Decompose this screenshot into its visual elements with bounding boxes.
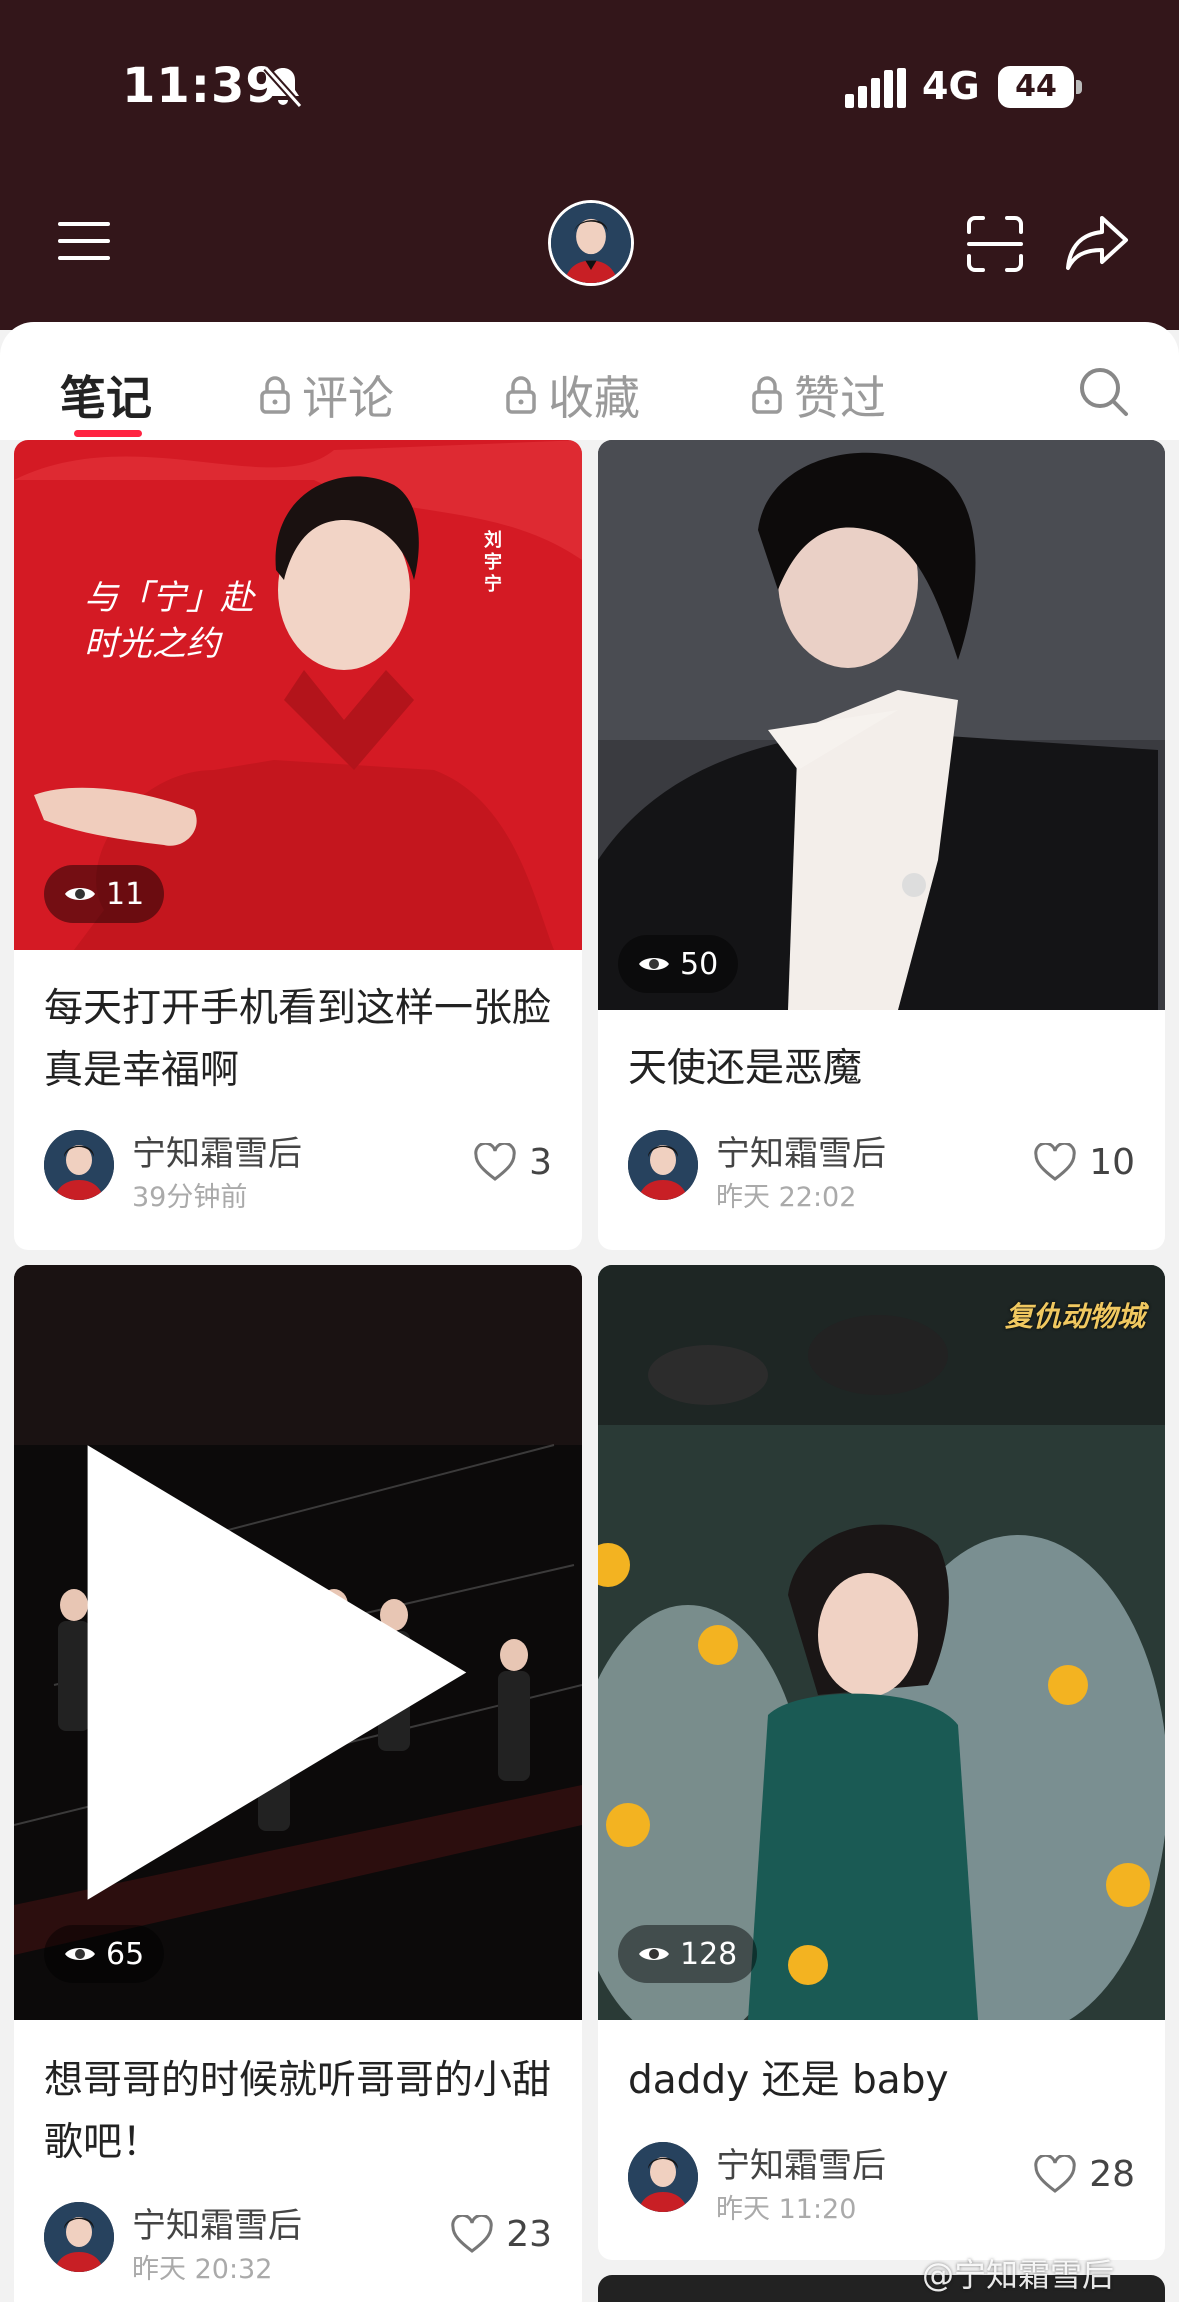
cover-show-logo: 复仇动物城	[1004, 1300, 1145, 1333]
note-cover-image	[598, 440, 1165, 1010]
view-count-badge: 50	[618, 935, 739, 993]
battery-indicator: 44	[998, 66, 1074, 108]
profile-tabbar: 笔记 评论 收藏 赞过	[0, 322, 1179, 440]
note-card[interactable]: 复仇动物城 128 daddy 还是 baby 宁知霜雪后 昨天 11:20 2…	[598, 1265, 1165, 2260]
scan-icon[interactable]	[965, 214, 1025, 274]
lock-icon	[752, 376, 782, 414]
author-name[interactable]: 宁知霜雪后	[716, 1126, 886, 1175]
author-name[interactable]: 宁知霜雪后	[132, 1126, 302, 1175]
author-avatar[interactable]	[628, 2142, 698, 2212]
menu-icon[interactable]	[56, 218, 112, 264]
tab-label: 收藏	[548, 371, 640, 425]
tab-liked[interactable]: 赞过	[750, 362, 886, 428]
note-title: 每天打开手机看到这样一张脸真是幸福啊	[44, 986, 552, 1093]
eye-icon	[639, 958, 669, 970]
like-button[interactable]: 3	[473, 1142, 552, 1183]
tab-label: 赞过	[794, 371, 886, 425]
note-cover-image	[14, 1265, 582, 2020]
bell-muted-icon	[263, 65, 303, 109]
like-count: 10	[1089, 1142, 1135, 1183]
note-card[interactable]: 50 天使还是恶魔 宁知霜雪后 昨天 22:02 10	[598, 440, 1165, 1250]
heart-icon	[1034, 1142, 1076, 1181]
like-button[interactable]: 28	[1033, 2154, 1135, 2195]
view-count: 128	[680, 1936, 738, 1972]
note-card[interactable]: 65 想哥哥的时候就听哥哥的小甜歌吧！ 宁知霜雪后 昨天 20:32 23	[14, 1265, 582, 2302]
eye-icon	[65, 888, 95, 900]
search-icon[interactable]	[1076, 364, 1130, 418]
view-count-badge: 11	[44, 865, 165, 923]
like-button[interactable]: 10	[1033, 1142, 1135, 1183]
signal-icon	[845, 68, 906, 108]
like-count: 3	[529, 1142, 552, 1183]
status-time: 11:39	[122, 58, 280, 114]
eye-icon	[65, 1948, 95, 1960]
eye-icon	[639, 1948, 669, 1960]
view-count-badge: 65	[44, 1925, 165, 1983]
heart-icon	[1034, 2154, 1076, 2193]
tab-label: 评论	[302, 371, 394, 425]
note-card[interactable]: 与「宁」赴时光之约 刘宇宁 11 每天打开手机看到这样一张脸真是幸福啊 宁知霜雪…	[14, 440, 582, 1250]
view-count: 11	[106, 876, 145, 912]
post-time: 昨天 11:20	[716, 2194, 857, 2225]
like-count: 28	[1089, 2154, 1135, 2195]
lock-icon	[506, 376, 536, 414]
author-name[interactable]: 宁知霜雪后	[132, 2198, 302, 2247]
author-name[interactable]: 宁知霜雪后	[716, 2138, 886, 2187]
like-button[interactable]: 23	[450, 2214, 552, 2255]
tab-comments[interactable]: 评论	[258, 362, 394, 428]
note-title: daddy 还是 baby	[628, 2058, 949, 2103]
network-label: 4G	[922, 64, 980, 108]
video-play-icon	[87, 1445, 467, 1900]
profile-avatar[interactable]	[548, 200, 634, 286]
cover-caption: 与「宁」赴时光之约	[84, 578, 254, 664]
note-title: 想哥哥的时候就听哥哥的小甜歌吧！	[44, 2058, 552, 2165]
author-avatar[interactable]	[628, 1130, 698, 1200]
active-tab-indicator	[74, 430, 142, 437]
note-title: 天使还是恶魔	[628, 1046, 863, 1091]
cover-name-tag: 刘宇宁	[484, 530, 502, 595]
lock-icon	[260, 376, 290, 414]
profile-header: 11:39 4G 44	[0, 0, 1179, 330]
weibo-watermark: @宁知霜雪后	[922, 2256, 1115, 2294]
view-count: 50	[680, 946, 719, 982]
battery-nub	[1076, 80, 1082, 94]
tab-favorites[interactable]: 收藏	[504, 362, 640, 428]
share-icon[interactable]	[1064, 212, 1130, 272]
note-cover-image: 复仇动物城	[598, 1265, 1165, 2020]
tab-notes[interactable]: 笔记	[60, 362, 152, 428]
heart-icon	[474, 1142, 516, 1181]
post-time: 昨天 20:32	[132, 2254, 273, 2285]
view-count: 65	[106, 1936, 145, 1972]
post-time: 39分钟前	[132, 1182, 248, 1213]
author-avatar[interactable]	[44, 2202, 114, 2272]
post-time: 昨天 22:02	[716, 1182, 857, 1213]
tab-label: 笔记	[60, 371, 152, 425]
view-count-badge: 128	[618, 1925, 758, 1983]
author-avatar[interactable]	[44, 1130, 114, 1200]
heart-icon	[451, 2214, 493, 2253]
like-count: 23	[506, 2214, 552, 2255]
status-bar: 11:39 4G 44	[0, 0, 1179, 160]
